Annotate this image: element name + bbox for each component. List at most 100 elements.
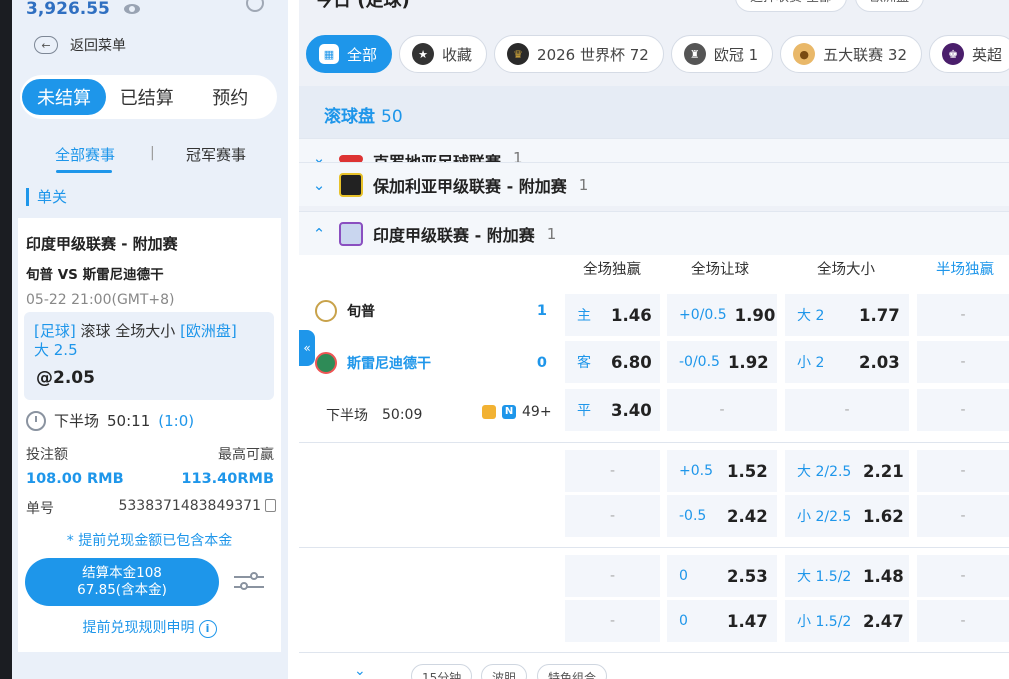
team-logo-icon — [315, 300, 337, 322]
odds-draw[interactable]: 平 3.40 — [565, 389, 660, 431]
odds-away-win[interactable]: 客 6.80 — [565, 341, 660, 383]
odds-under[interactable]: 小 2 2.03 — [785, 341, 909, 383]
odds-key: 主 — [577, 308, 591, 324]
odds-value: 6.80 — [611, 352, 652, 372]
filter-favorites-label: 收藏 — [442, 45, 473, 64]
odds-value: 2.21 — [863, 461, 904, 481]
copy-icon[interactable] — [265, 499, 276, 512]
cashout-button[interactable]: 结算本金108 67.85(含本金) — [25, 558, 219, 606]
odds-alt-handicap[interactable]: -0.5 2.42 — [667, 495, 777, 537]
odds-alt-handicap[interactable]: 0 2.53 — [667, 555, 777, 597]
odds-handicap-away[interactable]: -0/0.5 1.92 — [667, 341, 777, 383]
lion-icon: ● — [793, 43, 816, 65]
bet-selection: 大 2.5 — [34, 341, 78, 359]
odds-home-win[interactable]: 主 1.46 — [565, 294, 660, 336]
odds-alt-under[interactable]: 小 1.5/2 2.47 — [785, 600, 909, 642]
odds-key: 大 2 — [797, 308, 825, 324]
market-tab-correct-score[interactable]: 波胆 — [481, 664, 528, 679]
left-edge-bar — [0, 0, 12, 679]
odds-format-selector[interactable]: 欧洲盘 — [855, 0, 925, 12]
balance-row: 3,926.55 — [26, 0, 140, 20]
league-logo-icon — [339, 172, 363, 197]
column-gap — [288, 0, 299, 679]
single-bet-label: 单关 — [37, 188, 68, 206]
odds-key: 平 — [577, 403, 591, 419]
league-selector[interactable]: 选择联赛 全部 — [735, 0, 848, 12]
max-win-label: 最高可赢 — [218, 447, 274, 463]
dash: - — [960, 463, 966, 479]
col-header-half-moneyline[interactable]: 半场独赢 — [936, 258, 994, 279]
odds-empty: - — [565, 555, 660, 597]
filter-premier-league[interactable]: ♚ 英超 — [929, 35, 1009, 73]
league-row-croatia[interactable]: ⌄ 克罗地亚足球联赛 1 — [299, 138, 1009, 164]
sport-tag: [足球] — [34, 322, 76, 340]
odds-value: 1.92 — [727, 352, 769, 372]
odds-half-empty: - — [917, 495, 1009, 537]
back-to-menu[interactable]: ← 返回菜单 — [34, 34, 126, 56]
odds-alt-handicap[interactable]: +0.5 1.52 — [667, 450, 777, 492]
filter-champions-league[interactable]: ♜ 欧冠 1 — [670, 35, 774, 73]
status-clock: 50:09 — [382, 407, 423, 423]
tab-all-events[interactable]: 全部赛事 — [55, 144, 115, 165]
order-row: 单号 5338371483849371 — [26, 498, 276, 518]
tab-settled[interactable]: 已结算 — [104, 79, 190, 115]
main-panel: 今日 (足球) 选择联赛 全部 欧洲盘 ▦ 全部 ★ 收藏 ♛ 2026 世界杯 72… — [299, 0, 1009, 679]
odds-value: 1.77 — [859, 305, 900, 325]
match-status: 下半场 50:09 — [326, 405, 422, 425]
odds-half-away[interactable]: - — [917, 341, 1009, 383]
odds-empty: - — [667, 389, 777, 431]
balance-amount: 3,926.55 — [26, 0, 110, 19]
odds-value: 1.52 — [727, 461, 768, 481]
odds-alt-handicap[interactable]: 0 1.47 — [667, 600, 777, 642]
tab-reserved[interactable]: 预约 — [188, 79, 274, 115]
tab-outright-events[interactable]: 冠军赛事 — [186, 144, 246, 165]
col-header-handicap: 全场让球 — [691, 262, 749, 278]
odds-over[interactable]: 大 2 1.77 — [785, 294, 909, 336]
more-markets-link[interactable]: 49+ — [522, 404, 552, 420]
odds-half-empty: - — [917, 600, 1009, 642]
double-chevron-down-icon[interactable]: ⌄ — [354, 663, 366, 679]
dash: - — [719, 402, 725, 418]
filter-favorites[interactable]: ★ 收藏 — [399, 35, 488, 73]
row-divider — [299, 547, 1009, 548]
refresh-icon[interactable] — [246, 0, 264, 12]
odds-alt-over[interactable]: 大 2/2.5 2.21 — [785, 450, 909, 492]
cashout-note: * 提前兑现金额已包含本金 — [66, 533, 233, 549]
odds-key: 大 1.5/2 — [797, 569, 852, 585]
league-name: 印度甲级联赛 - 附加赛 — [373, 225, 535, 245]
odds-alt-under[interactable]: 小 2/2.5 1.62 — [785, 495, 909, 537]
odds-value: 3.40 — [611, 400, 652, 420]
cashout-rules-link[interactable]: 提前兑现规则申明 i — [18, 617, 281, 638]
league-row-bulgaria[interactable]: ⌄ 保加利亚甲级联赛 - 附加赛 1 — [299, 162, 1009, 206]
cashout-line2: 67.85(含本金) — [77, 582, 167, 598]
more-market-tabs: ⌄ 15分钟 波胆 特色组合 — [299, 655, 1009, 679]
odds-value: 1.90 — [734, 305, 776, 325]
odds-value: 1.48 — [863, 566, 904, 586]
dash: - — [960, 354, 966, 370]
filter-all[interactable]: ▦ 全部 — [306, 35, 393, 73]
market-tab-specials[interactable]: 特色组合 — [537, 664, 608, 679]
odds-alt-over[interactable]: 大 1.5/2 1.48 — [785, 555, 909, 597]
coin-icon[interactable] — [482, 405, 496, 419]
eye-icon[interactable] — [123, 4, 140, 14]
info-icon: i — [198, 620, 217, 638]
page-title: 今日 (足球) — [315, 0, 410, 11]
odds-value: 2.03 — [859, 352, 900, 372]
odds-value: 1.46 — [611, 305, 652, 325]
chevron-down-icon: ⌄ — [312, 175, 326, 194]
odds-handicap-home[interactable]: +0/0.5 1.90 — [667, 294, 777, 336]
filter-world-cup[interactable]: ♛ 2026 世界杯 72 — [494, 35, 664, 73]
odds-key: 0 — [679, 568, 688, 584]
market-tab-15min[interactable]: 15分钟 — [411, 664, 473, 679]
odds-half-home[interactable]: - — [917, 294, 1009, 336]
tab-unsettled[interactable]: 未结算 — [22, 79, 106, 115]
dash: - — [609, 613, 616, 629]
filter-top5[interactable]: ● 五大联赛 32 — [780, 35, 923, 73]
dash: - — [960, 613, 966, 629]
league-row-india[interactable]: ⌃ 印度甲级联赛 - 附加赛 1 — [299, 211, 1009, 255]
inplay-section-header[interactable]: 滚球盘 50 — [299, 86, 1009, 138]
cashout-slider-icon[interactable] — [234, 570, 264, 594]
odds-value: 2.42 — [727, 506, 768, 526]
bet-match: 旬普 VS 斯雷尼迪德干 — [26, 267, 164, 283]
odds-half-draw[interactable]: - — [917, 389, 1009, 431]
